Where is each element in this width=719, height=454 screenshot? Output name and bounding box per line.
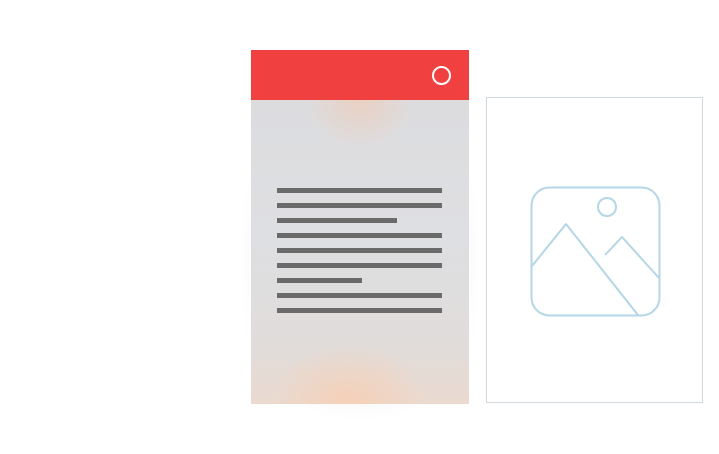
circle-icon[interactable] bbox=[432, 66, 451, 85]
text-line bbox=[277, 188, 442, 193]
text-line bbox=[277, 203, 442, 208]
text-line bbox=[277, 233, 442, 238]
modal-card bbox=[251, 50, 469, 404]
card-header bbox=[251, 50, 469, 100]
text-line bbox=[277, 293, 442, 298]
text-line bbox=[277, 218, 397, 223]
image-placeholder-icon bbox=[530, 186, 661, 317]
mockup-canvas bbox=[0, 0, 719, 454]
text-line bbox=[277, 248, 442, 253]
image-placeholder-frame bbox=[486, 97, 703, 403]
text-line bbox=[277, 278, 362, 283]
text-line bbox=[277, 263, 442, 268]
text-line bbox=[277, 308, 442, 313]
